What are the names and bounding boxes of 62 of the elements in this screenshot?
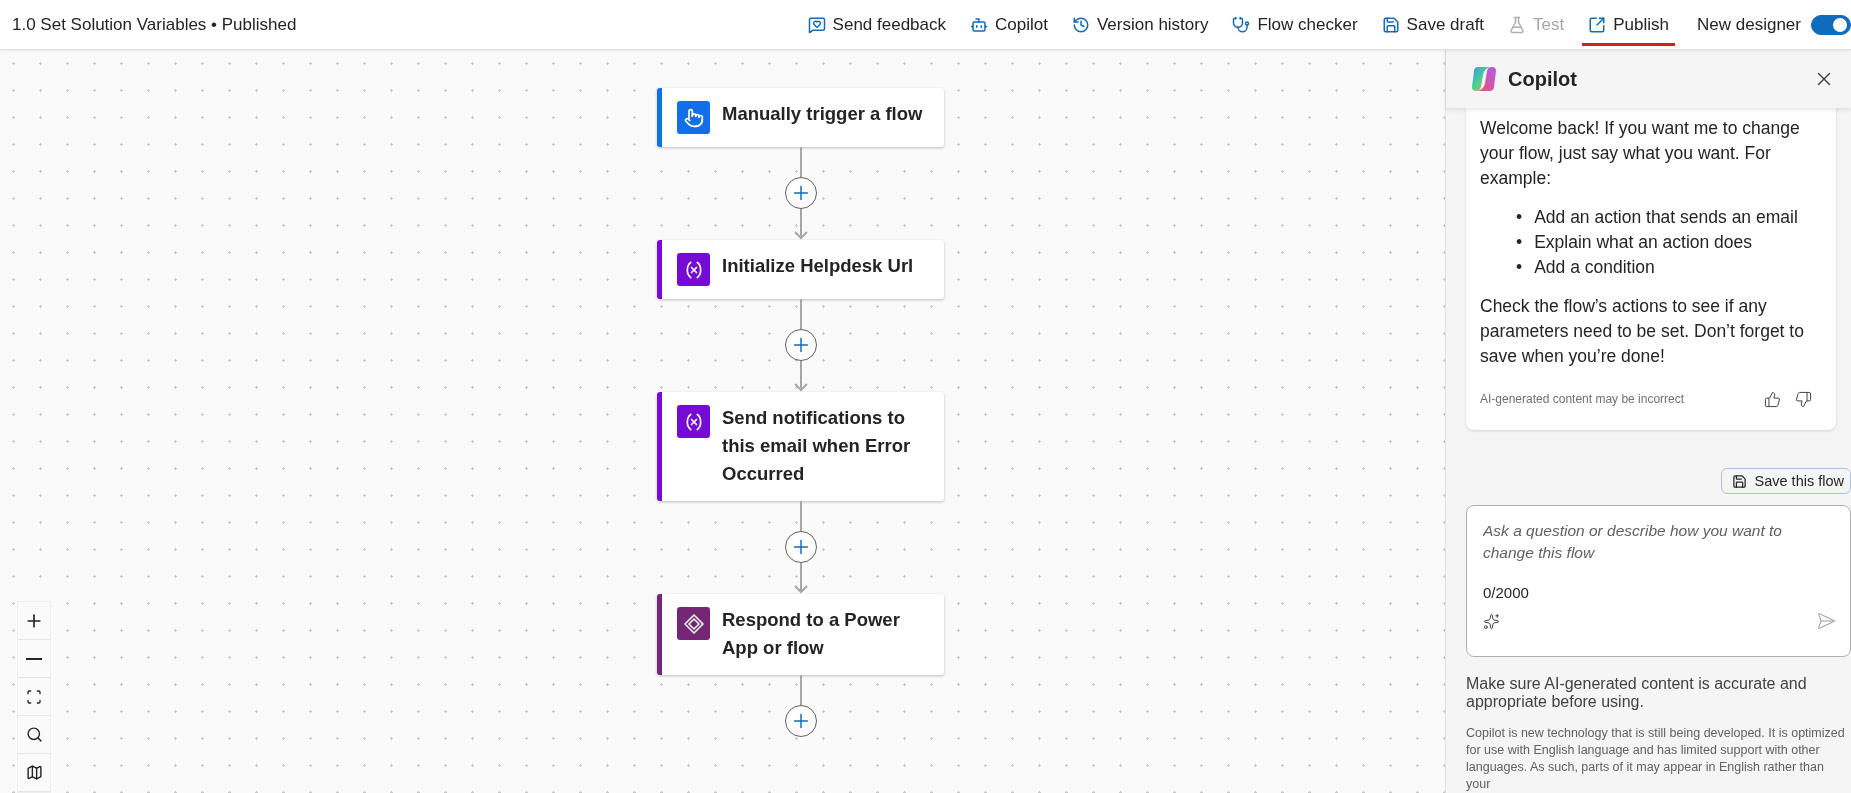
flow-step-card[interactable]: Manually trigger a flow [657, 88, 944, 147]
sparkle-icon[interactable] [1483, 612, 1500, 630]
sparkle-glyph-icon [1483, 612, 1500, 630]
stethoscope-icon [1232, 15, 1251, 34]
flow-step-card[interactable]: Initialize Helpdesk Url [657, 240, 944, 299]
connector-arrow [793, 563, 808, 594]
suggestion-item: Add a condition [1534, 256, 1655, 280]
add-step-button[interactable] [784, 531, 817, 563]
save-icon [1731, 473, 1747, 489]
toggle-label: New designer [1697, 14, 1801, 35]
save-icon [1381, 15, 1400, 34]
copilot-logo-icon [1470, 65, 1498, 94]
thumbs-down-icon[interactable] [1795, 391, 1812, 409]
message-text: Welcome back! If you want me to change your flow, just say what you want. For example: [1480, 117, 1801, 191]
publish-icon [1588, 15, 1607, 34]
thumbs-down-glyph-icon [1795, 391, 1812, 409]
bullet: • [1516, 206, 1523, 230]
step-title: Initialize Helpdesk Url [722, 254, 914, 278]
suggestion-item: Explain what an action does [1534, 231, 1753, 255]
hand-pointer-icon [683, 107, 704, 128]
suggestion-item: Add an action that sends an email [1534, 206, 1798, 230]
step-title: Send notifications to this email when Error Occurred [722, 406, 912, 486]
search-icon [25, 726, 43, 743]
ai-note: AI-generated content may be incorrect [1480, 391, 1686, 409]
connector-arrow [793, 361, 808, 392]
send-glyph-icon [1816, 611, 1836, 632]
send-icon[interactable] [1816, 611, 1836, 632]
connector-arrow [793, 209, 808, 240]
step-title: Manually trigger a flow [722, 102, 923, 126]
add-step-button[interactable] [784, 177, 817, 209]
flow-title: 1.0 Set Solution Variables • Published [12, 14, 298, 35]
minus-icon [26, 657, 42, 660]
flask-icon [1508, 15, 1527, 34]
thumbs-up-glyph-icon [1764, 391, 1781, 409]
add-step-button[interactable] [784, 705, 817, 737]
toolbar-button[interactable]: Flow checker [1226, 3, 1364, 46]
save-flow-button[interactable]: Save this flow [1720, 468, 1851, 495]
notice-text: Copilot is new technology that is still being developed. It is optimized for use with English language and has limited support with other languages. As such, parts of it may appear in English rather than your [1466, 725, 1846, 793]
toolbar-button[interactable]: Version history [1065, 3, 1215, 46]
toolbar-button[interactable]: Copilot [964, 3, 1054, 46]
diamond-icon [683, 613, 704, 634]
message-text: Check the flow’s actions to see if any parameters need to be set. Don’t forget to save when you’re done! [1480, 295, 1805, 369]
toolbar-button[interactable]: Send feedback [801, 3, 953, 46]
feedback-icon [807, 15, 826, 34]
disclaimer-text: Make sure AI-generated content is accurate and appropriate before using. [1466, 675, 1808, 711]
thumbs-up-icon[interactable] [1764, 391, 1781, 409]
character-counter: 0/2000 [1483, 584, 1530, 602]
toggle-switch[interactable] [1811, 14, 1851, 35]
bullet: • [1516, 231, 1523, 255]
toolbar-button[interactable]: Publish [1582, 3, 1676, 46]
add-step-button[interactable] [784, 329, 817, 361]
flow-step-card[interactable]: Send notifications to this email when Error Occurred [657, 392, 944, 501]
toolbar-button[interactable]: Save draft [1375, 3, 1491, 46]
chat-input-field[interactable]: Ask a question or describe how you want to change this flow 0/2000 [1466, 505, 1851, 657]
chat-text-input[interactable]: Ask a question or describe how you want to change this flow [1483, 520, 1836, 569]
panel-title: Copilot [1508, 67, 1578, 91]
fit-view-icon [26, 688, 42, 705]
history-icon [1071, 15, 1090, 34]
step-title: Respond to a Power App or flow [722, 608, 901, 660]
bullet: • [1516, 256, 1523, 280]
flow-step-card[interactable]: Respond to a Power App or flow [657, 594, 944, 675]
map-icon [25, 764, 43, 781]
